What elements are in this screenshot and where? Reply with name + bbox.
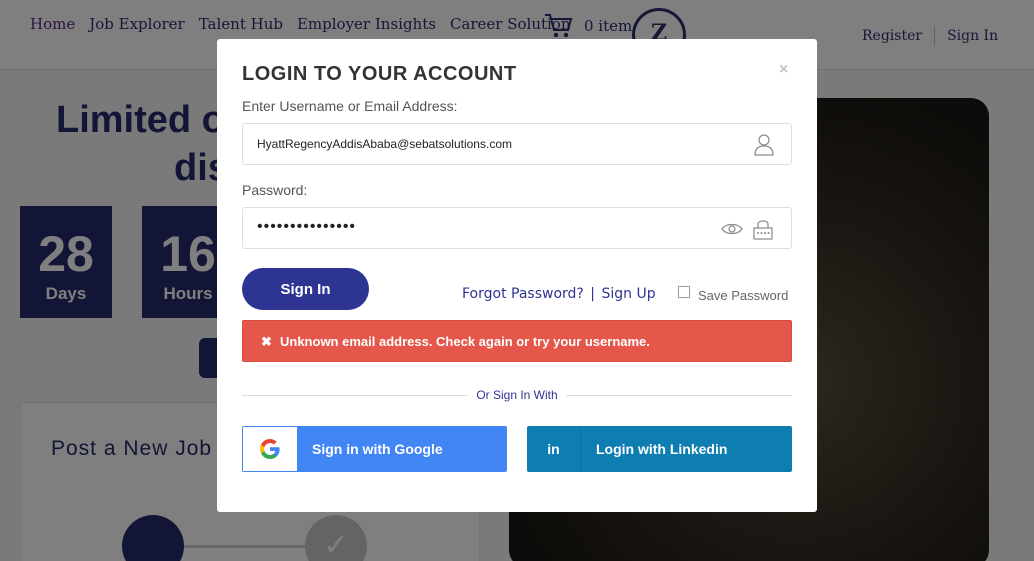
- linkedin-button-label: Login with Linkedin: [596, 441, 728, 457]
- eye-icon[interactable]: [721, 221, 743, 237]
- username-field-wrapper: [242, 123, 792, 165]
- or-sign-in-with: Or Sign In With: [476, 388, 558, 402]
- username-label: Enter Username or Email Address:: [242, 98, 458, 114]
- close-icon[interactable]: ×: [779, 61, 788, 79]
- sign-in-button[interactable]: Sign In: [242, 268, 369, 310]
- lock-icon: [753, 220, 773, 240]
- linkedin-icon: in: [527, 426, 581, 472]
- sign-up-link[interactable]: Sign Up: [601, 286, 655, 302]
- google-icon-box: [243, 427, 297, 471]
- login-modal: LOGIN TO YOUR ACCOUNT × Enter Username o…: [217, 39, 817, 512]
- forgot-password-link[interactable]: Forgot Password?: [462, 286, 584, 302]
- modal-title: LOGIN TO YOUR ACCOUNT: [242, 63, 517, 85]
- password-field-wrapper: [242, 207, 792, 249]
- account-links: Forgot Password? | Sign Up: [462, 286, 656, 302]
- link-separator: |: [590, 286, 596, 302]
- error-alert: ✖ Unknown email address. Check again or …: [242, 320, 792, 362]
- error-message: Unknown email address. Check again or tr…: [280, 334, 650, 349]
- google-icon: [260, 439, 280, 459]
- error-icon: ✖: [261, 334, 272, 349]
- divider-left: [242, 395, 468, 396]
- user-icon: [754, 134, 774, 156]
- google-sign-in-button[interactable]: Sign in with Google: [242, 426, 507, 472]
- save-password-label[interactable]: Save Password: [698, 288, 788, 303]
- google-button-label: Sign in with Google: [312, 441, 443, 457]
- save-password-checkbox[interactable]: [678, 286, 690, 298]
- divider-right: [566, 395, 792, 396]
- linkedin-sign-in-button[interactable]: in Login with Linkedin: [527, 426, 792, 472]
- username-input[interactable]: [257, 134, 717, 154]
- password-label: Password:: [242, 182, 308, 198]
- password-input[interactable]: [257, 217, 717, 237]
